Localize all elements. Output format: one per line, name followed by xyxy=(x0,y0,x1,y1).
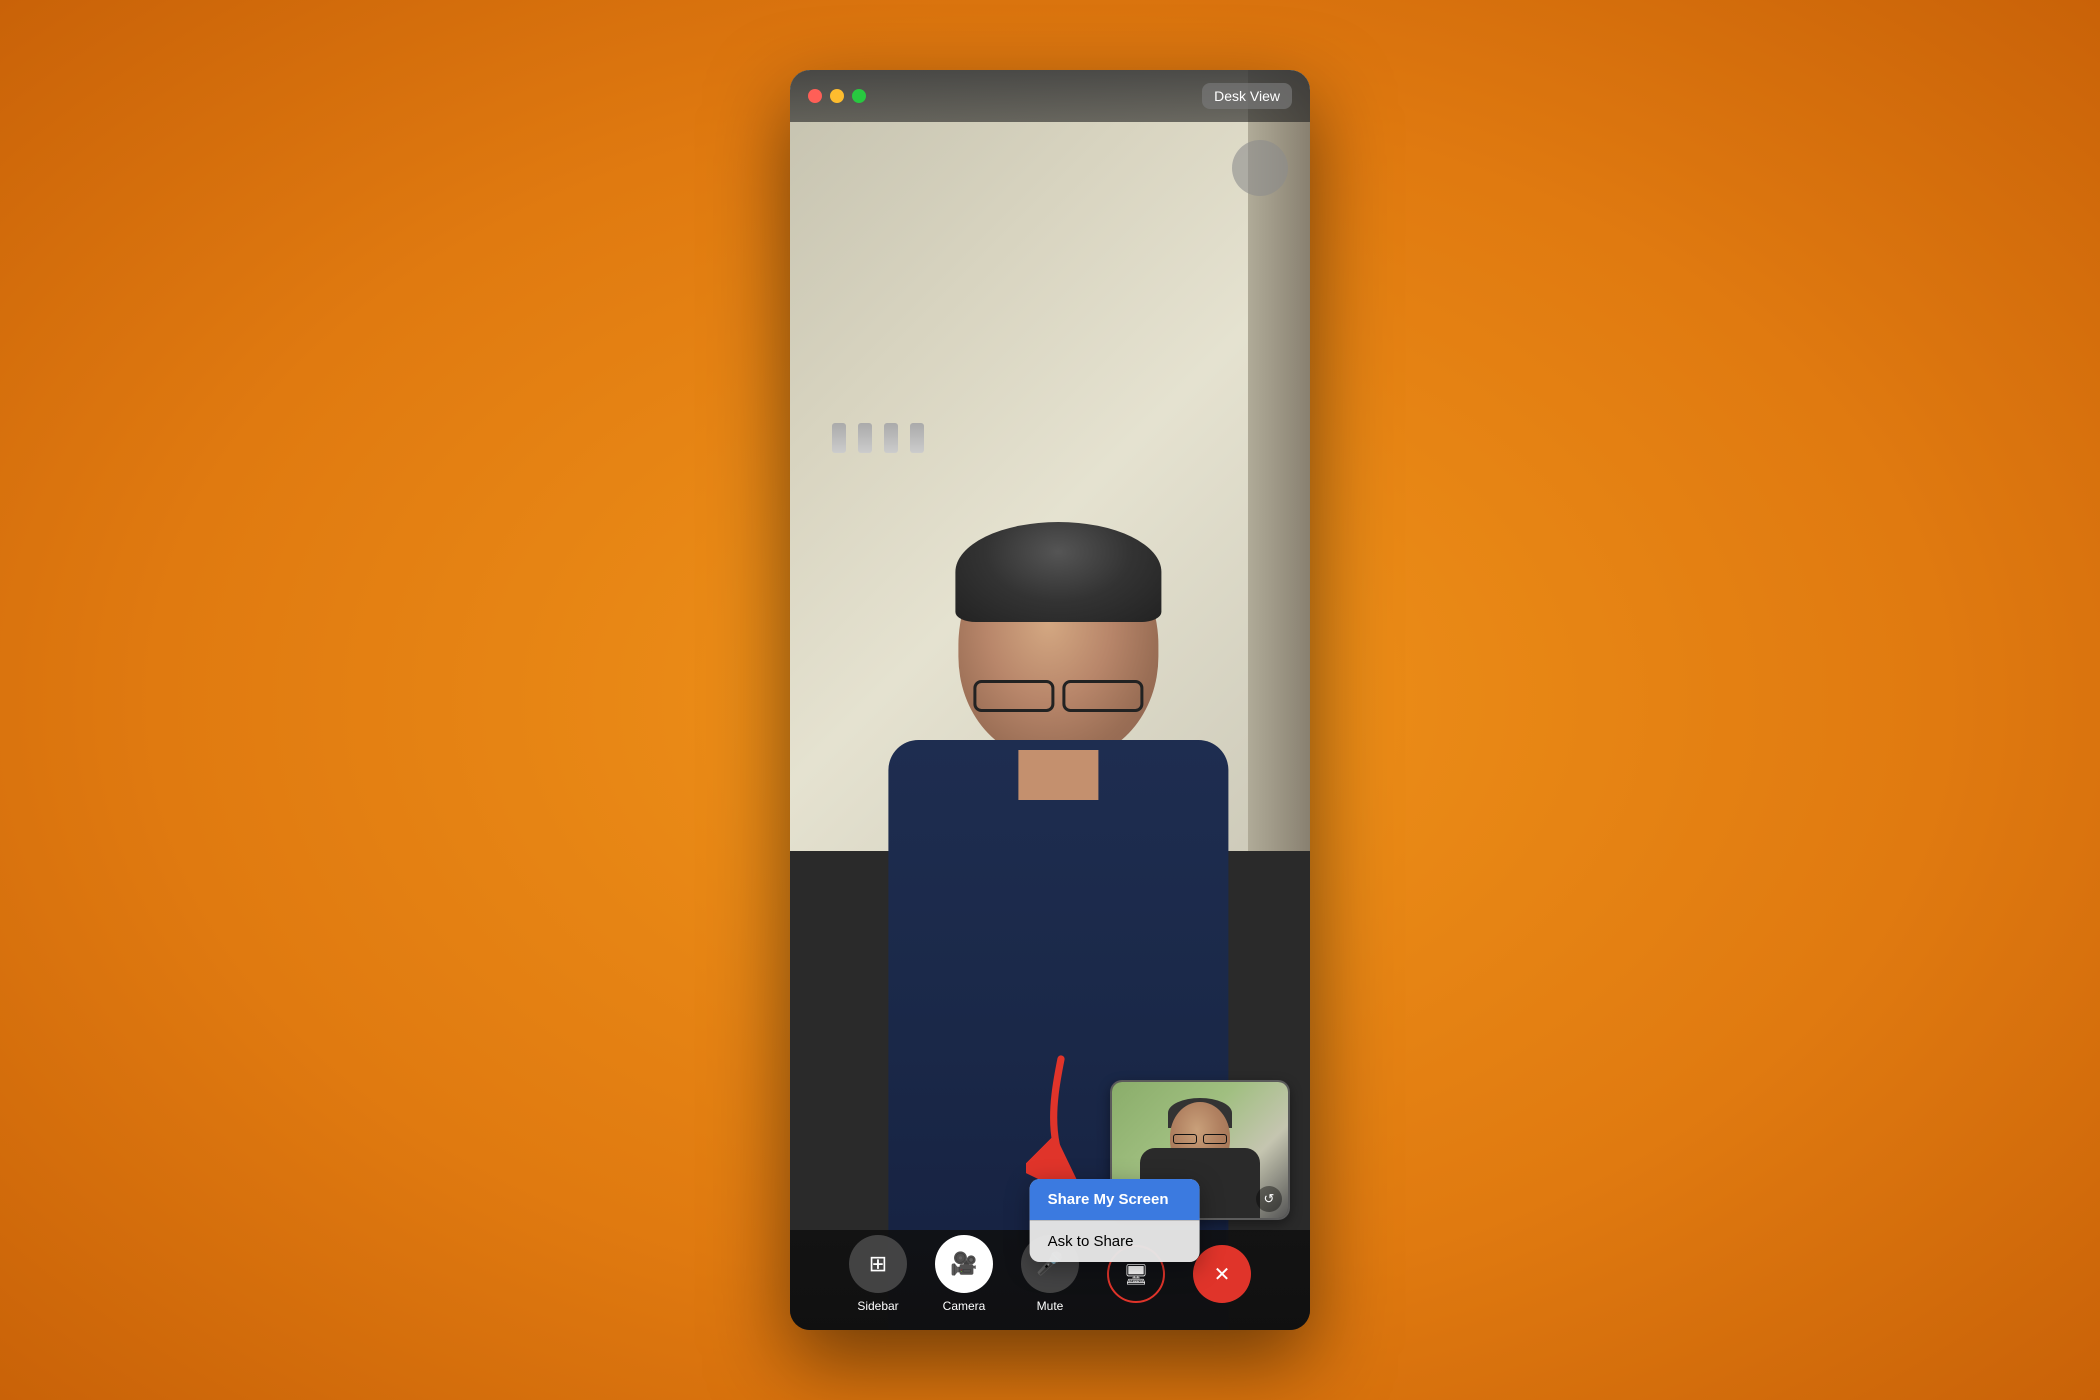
screen-share-icon: 🖥 xyxy=(1123,1262,1148,1287)
person-neck xyxy=(1018,750,1098,800)
ceiling-lights xyxy=(832,423,924,453)
camera-button[interactable]: 🎥 xyxy=(935,1235,993,1293)
title-bar: Desk View xyxy=(790,70,1310,122)
close-button[interactable] xyxy=(808,89,822,103)
facetime-window: Desk View xyxy=(790,70,1310,1330)
camera-icon: 🎥 xyxy=(950,1251,977,1277)
sidebar-label: Sidebar xyxy=(857,1299,898,1313)
main-video-area: ↺ Share My Screen Ask to Share xyxy=(790,70,1310,1330)
sidebar-icon: ⊞ xyxy=(869,1251,887,1277)
traffic-lights xyxy=(808,89,866,103)
light-unit xyxy=(832,423,846,453)
light-unit xyxy=(858,423,872,453)
light-unit xyxy=(910,423,924,453)
light-unit xyxy=(884,423,898,453)
minimize-button[interactable] xyxy=(830,89,844,103)
mute-label: Mute xyxy=(1037,1299,1064,1313)
sidebar-control-wrap: ⊞ Sidebar xyxy=(849,1235,907,1313)
pip-refresh-button[interactable]: ↺ xyxy=(1256,1186,1282,1212)
end-call-control-wrap: ✕ xyxy=(1193,1245,1251,1303)
ask-to-share-option[interactable]: Ask to Share xyxy=(1030,1221,1200,1262)
person-hair xyxy=(955,522,1161,622)
end-call-button[interactable]: ✕ xyxy=(1193,1245,1251,1303)
camera-control-wrap: 🎥 Camera xyxy=(935,1235,993,1313)
screen-share-dropdown: Share My Screen Ask to Share xyxy=(1030,1179,1200,1262)
share-my-screen-option[interactable]: Share My Screen xyxy=(1030,1179,1200,1220)
refresh-icon: ↺ xyxy=(1264,1191,1275,1207)
maximize-button[interactable] xyxy=(852,89,866,103)
sidebar-button[interactable]: ⊞ xyxy=(849,1235,907,1293)
camera-label: Camera xyxy=(943,1299,986,1313)
close-icon: ✕ xyxy=(1214,1262,1231,1287)
person-glasses xyxy=(963,680,1153,710)
desk-view-button[interactable]: Desk View xyxy=(1202,83,1292,109)
pip-person-glasses xyxy=(1171,1134,1229,1144)
selfie-mode-button[interactable] xyxy=(1232,140,1288,196)
